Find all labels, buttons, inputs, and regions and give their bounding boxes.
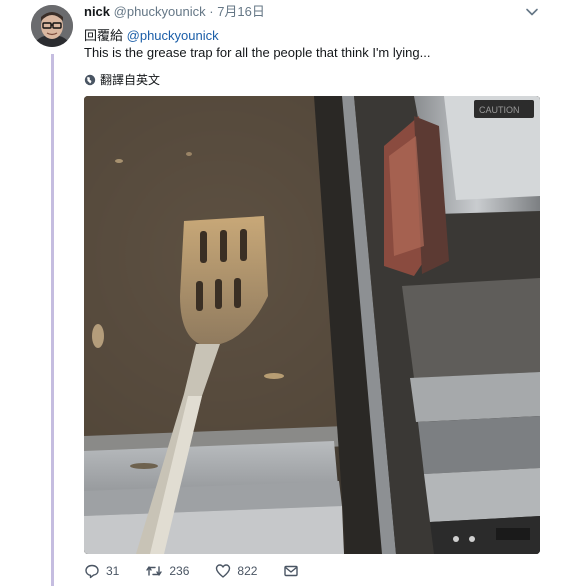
envelope-icon — [284, 565, 299, 577]
chevron-down-icon[interactable] — [524, 4, 540, 20]
reply-icon — [85, 564, 99, 579]
translate-link[interactable]: 翻譯自英文 — [84, 71, 160, 88]
reply-mention-link[interactable]: @phuckyounick — [127, 28, 219, 43]
retweet-icon — [146, 566, 163, 576]
grease-trap-photo: CAUTION — [84, 96, 540, 554]
tweet-media-photo[interactable]: CAUTION — [84, 96, 540, 554]
author-handle[interactable]: @phuckyounick — [114, 4, 206, 19]
avatar[interactable] — [31, 5, 73, 47]
caution-label: CAUTION — [479, 105, 520, 115]
retweet-button[interactable]: 236 — [145, 563, 189, 579]
header-separator: · — [209, 4, 214, 19]
globe-icon — [84, 74, 96, 85]
retweet-count: 236 — [169, 564, 190, 578]
like-count: 822 — [237, 564, 258, 578]
thread-line — [51, 54, 54, 586]
reply-prefix: 回覆給 — [84, 28, 124, 43]
reply-button[interactable]: 31 — [84, 563, 119, 579]
translate-label: 翻譯自英文 — [100, 73, 161, 87]
tweet-text: This is the grease trap for all the peop… — [84, 45, 431, 60]
heart-icon — [216, 564, 231, 578]
reply-context: 回覆給 @phuckyounick — [84, 25, 219, 44]
direct-message-button[interactable] — [283, 563, 299, 579]
author-name[interactable]: nick — [84, 4, 110, 19]
tweet-header: nick @phuckyounick · 7月16日 — [84, 4, 265, 20]
tweet-date[interactable]: 7月16日 — [217, 4, 265, 19]
like-button[interactable]: 822 — [215, 563, 257, 579]
avatar-image — [31, 5, 73, 47]
reply-count: 31 — [106, 564, 120, 578]
tweet-actions: 31 236 822 — [84, 563, 325, 579]
